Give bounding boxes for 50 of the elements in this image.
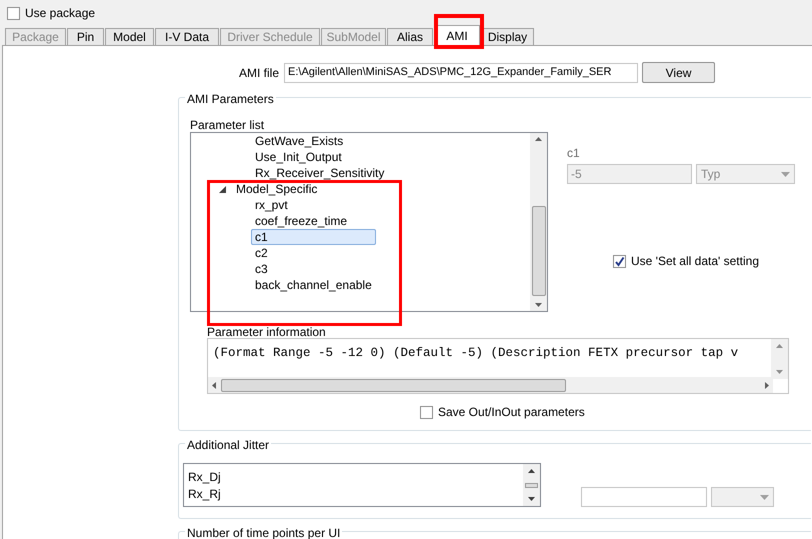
- highlight-frame: [434, 14, 484, 49]
- expand-arrow-icon[interactable]: [219, 186, 226, 192]
- scrollbar[interactable]: [208, 377, 773, 393]
- jitter-list[interactable]: Rx_Dj Rx_Rj: [183, 463, 541, 507]
- parameter-info-text: (Format Range -5 -12 0) (Default -5) (Description FETX precursor tap v: [213, 345, 738, 362]
- tree-item[interactable]: back_channel_enable: [251, 277, 376, 293]
- checkbox-label: Use package: [25, 5, 96, 22]
- tab[interactable]: Alias: [387, 28, 433, 45]
- field-label: Parameter information: [207, 324, 327, 338]
- field-label: Parameter list: [190, 117, 266, 132]
- tree-item[interactable]: c3: [251, 261, 272, 277]
- scrollbar[interactable]: [523, 464, 540, 506]
- scrollbar[interactable]: [530, 133, 547, 311]
- scroll-thumb[interactable]: [525, 482, 538, 488]
- tree-item[interactable]: coef_freeze_time: [251, 213, 352, 229]
- checkbox-label: Use 'Set all data' setting: [631, 253, 759, 270]
- arrow-down-icon[interactable]: [535, 303, 542, 307]
- parameter-tree[interactable]: GetWave_Exists Use_Init_Output Rx_Receiver_Sensitivity Model_Specific rx_pvt coef_freeze_time c1 c2 c3 back_channel_enable: [190, 132, 548, 312]
- arrow-down-icon[interactable]: [528, 497, 535, 501]
- list-item[interactable]: Rx_Dj: [188, 468, 221, 485]
- tree-item[interactable]: Model_Specific: [232, 181, 322, 197]
- caret-icon: [760, 494, 769, 500]
- scroll-thumb[interactable]: [532, 206, 546, 296]
- checkbox[interactable]: [420, 406, 433, 418]
- file-path-field[interactable]: E:\Agilent\Allen\MiniSAS_ADS\PMC_12G_Expander_Family_SER: [284, 62, 638, 82]
- tree-item[interactable]: rx_pvt: [251, 197, 292, 213]
- tree-item[interactable]: Use_Init_Output: [251, 149, 346, 165]
- tree-item[interactable]: c2: [251, 245, 272, 261]
- checkbox[interactable]: [7, 6, 20, 20]
- tab[interactable]: I-V Data: [155, 28, 219, 45]
- list-item[interactable]: Rx_Rj: [188, 485, 221, 502]
- tree-item[interactable]: GetWave_Exists: [251, 133, 348, 149]
- checkbox[interactable]: [613, 254, 626, 268]
- arrow-right-icon[interactable]: [765, 382, 769, 388]
- tree-item[interactable]: c1: [251, 229, 376, 245]
- text-area[interactable]: (Format Range -5 -12 0) (Default -5) (Description FETX precursor tap v: [207, 338, 789, 394]
- scroll-thumb[interactable]: [221, 378, 566, 392]
- arrow-up-icon[interactable]: [535, 137, 542, 141]
- tab[interactable]: Model: [105, 28, 154, 45]
- arrow-up-icon[interactable]: [528, 469, 535, 473]
- field-label: c1: [567, 145, 581, 162]
- arrow-left-icon[interactable]: [212, 382, 216, 388]
- tab[interactable]: Display: [481, 28, 534, 45]
- field-label: AMI file: [239, 64, 280, 82]
- checkbox-label: Save Out/InOut parameters: [438, 404, 585, 421]
- caret-icon: [781, 172, 790, 176]
- view-button[interactable]: View: [642, 62, 716, 83]
- tab[interactable]: Pin: [67, 28, 104, 45]
- tree-item[interactable]: Rx_Receiver_Sensitivity: [251, 165, 388, 181]
- input-field[interactable]: [581, 487, 707, 507]
